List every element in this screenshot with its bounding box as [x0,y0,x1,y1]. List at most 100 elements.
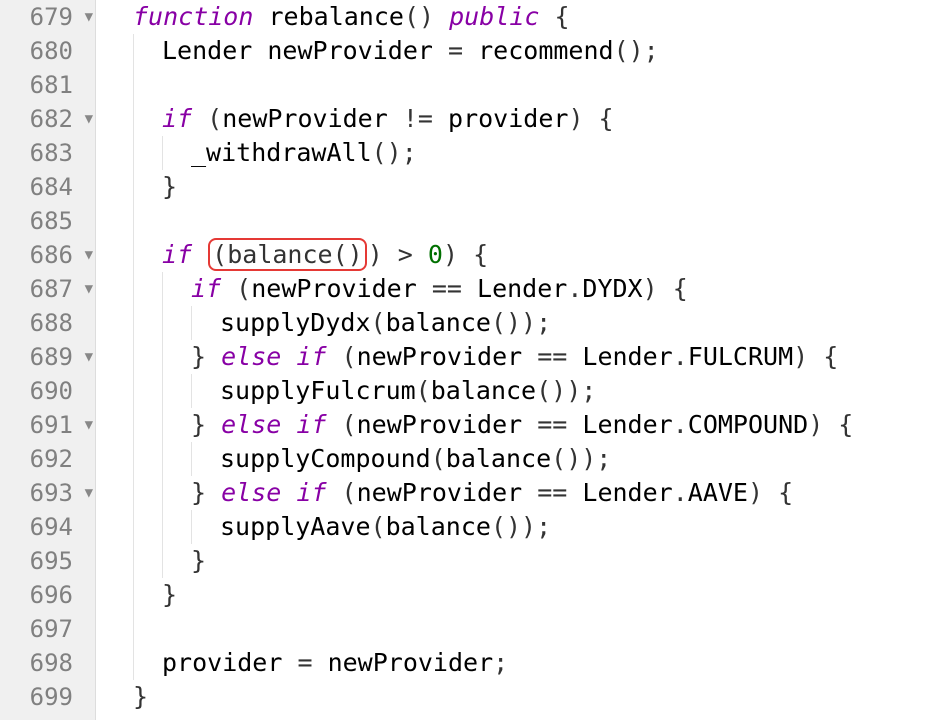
code-line[interactable]: supplyFulcrum(balance()); [104,374,934,408]
fn-supplyaave: supplyAave [220,512,371,541]
fn-supplycompound: supplyCompound [220,444,431,473]
gutter-row[interactable]: 689▼ [0,340,95,374]
ident-provider: provider [162,648,282,677]
fold-icon[interactable]: ▼ [85,350,93,364]
ident-newprovider: newProvider [328,648,494,677]
gutter-row[interactable]: 694 [0,510,95,544]
code-line[interactable]: supplyAave(balance()); [104,510,934,544]
gutter-row[interactable]: 687▼ [0,272,95,306]
line-number: 684 [30,170,91,204]
keyword-if: if [296,342,326,371]
gutter-row[interactable]: 686▼ [0,238,95,272]
keyword-if: if [296,478,326,507]
gutter-row[interactable]: 685 [0,204,95,238]
ident-provider: provider [448,104,568,133]
line-number: 693 [30,476,91,510]
code-line[interactable]: _withdrawAll(); [104,136,934,170]
fn-recommend: recommend [478,36,613,65]
keyword-else: else [221,410,281,439]
fold-icon[interactable]: ▼ [85,282,93,296]
fn-withdrawall: _withdrawAll [191,138,372,167]
fn-balance: balance [446,444,551,473]
gutter-row[interactable]: 699 [0,680,95,714]
line-number: 685 [30,204,91,238]
code-line[interactable]: } [104,170,934,204]
keyword-if: if [162,240,192,269]
keyword-function: function [133,2,253,31]
ident-newprovider: newProvider [222,104,388,133]
gutter-row[interactable]: 692 [0,442,95,476]
gutter-row[interactable]: 679▼ [0,0,95,34]
line-number: 694 [30,510,91,544]
ident-newprovider: newProvider [357,478,523,507]
code-area[interactable]: function rebalance() public { Lender new… [96,0,934,720]
fold-icon[interactable]: ▼ [85,248,93,262]
code-line[interactable]: function rebalance() public { [104,0,934,34]
gutter-row[interactable]: 698 [0,646,95,680]
code-line[interactable]: if (newProvider == Lender.DYDX) { [104,272,934,306]
line-number: 688 [30,306,91,340]
code-line[interactable] [104,612,934,646]
gutter-row[interactable]: 690 [0,374,95,408]
line-number: 682 [30,102,91,136]
fn-balance: balance [386,308,491,337]
line-number: 690 [30,374,91,408]
line-number: 686 [30,238,91,272]
line-number: 696 [30,578,91,612]
keyword-else: else [221,478,281,507]
gutter-row[interactable]: 682▼ [0,102,95,136]
line-number: 691 [30,408,91,442]
enum-fulcrum: FULCRUM [688,342,793,371]
gutter-row[interactable]: 691▼ [0,408,95,442]
line-number: 680 [30,34,91,68]
line-number: 698 [30,646,91,680]
code-line[interactable]: } else if (newProvider == Lender.COMPOUN… [104,408,934,442]
keyword-else: else [221,342,281,371]
gutter-row[interactable]: 696 [0,578,95,612]
code-line[interactable]: } else if (newProvider == Lender.AAVE) { [104,476,934,510]
line-number: 699 [30,680,91,714]
keyword-if: if [162,104,192,133]
gutter-row[interactable]: 683 [0,136,95,170]
line-number: 683 [30,136,91,170]
gutter-row[interactable]: 681 [0,68,95,102]
gutter-row[interactable]: 688 [0,306,95,340]
code-line[interactable]: Lender newProvider = recommend(); [104,34,934,68]
code-line[interactable]: } [104,578,934,612]
fn-supplydydx: supplyDydx [220,308,371,337]
keyword-public: public [449,2,539,31]
fold-icon[interactable]: ▼ [85,418,93,432]
ident-newprovider: newProvider [251,274,417,303]
type-lender: Lender [582,342,672,371]
line-number: 687 [30,272,91,306]
code-line[interactable]: supplyDydx(balance()); [104,306,934,340]
fold-icon[interactable]: ▼ [85,10,93,24]
code-line[interactable]: if (newProvider != provider) { [104,102,934,136]
fold-icon[interactable]: ▼ [85,112,93,126]
code-line[interactable] [104,68,934,102]
gutter-row[interactable]: 684 [0,170,95,204]
fn-supplyfulcrum: supplyFulcrum [220,376,416,405]
code-line[interactable]: supplyCompound(balance()); [104,442,934,476]
code-line[interactable]: } else if (newProvider == Lender.FULCRUM… [104,340,934,374]
gutter-row[interactable]: 693▼ [0,476,95,510]
gutter-row[interactable]: 697 [0,612,95,646]
code-line[interactable]: provider = newProvider; [104,646,934,680]
enum-dydx: DYDX [582,274,642,303]
code-line[interactable]: if (balance()) > 0) { [104,238,934,272]
keyword-if: if [191,274,221,303]
line-number: 695 [30,544,91,578]
code-line[interactable] [104,204,934,238]
gutter-row[interactable]: 695 [0,544,95,578]
num-zero: 0 [428,240,443,269]
enum-aave: AAVE [688,478,748,507]
line-number: 689 [30,340,91,374]
code-line[interactable]: } [104,544,934,578]
line-number: 679 [30,0,91,34]
fold-icon[interactable]: ▼ [85,486,93,500]
type-lender: Lender [582,410,672,439]
fn-balance: balance [386,512,491,541]
code-line[interactable]: } [104,680,934,714]
gutter-row[interactable]: 680 [0,34,95,68]
line-number-gutter[interactable]: 679▼ 680 681 682▼ 683 684 685 686▼ 687▼ … [0,0,96,720]
